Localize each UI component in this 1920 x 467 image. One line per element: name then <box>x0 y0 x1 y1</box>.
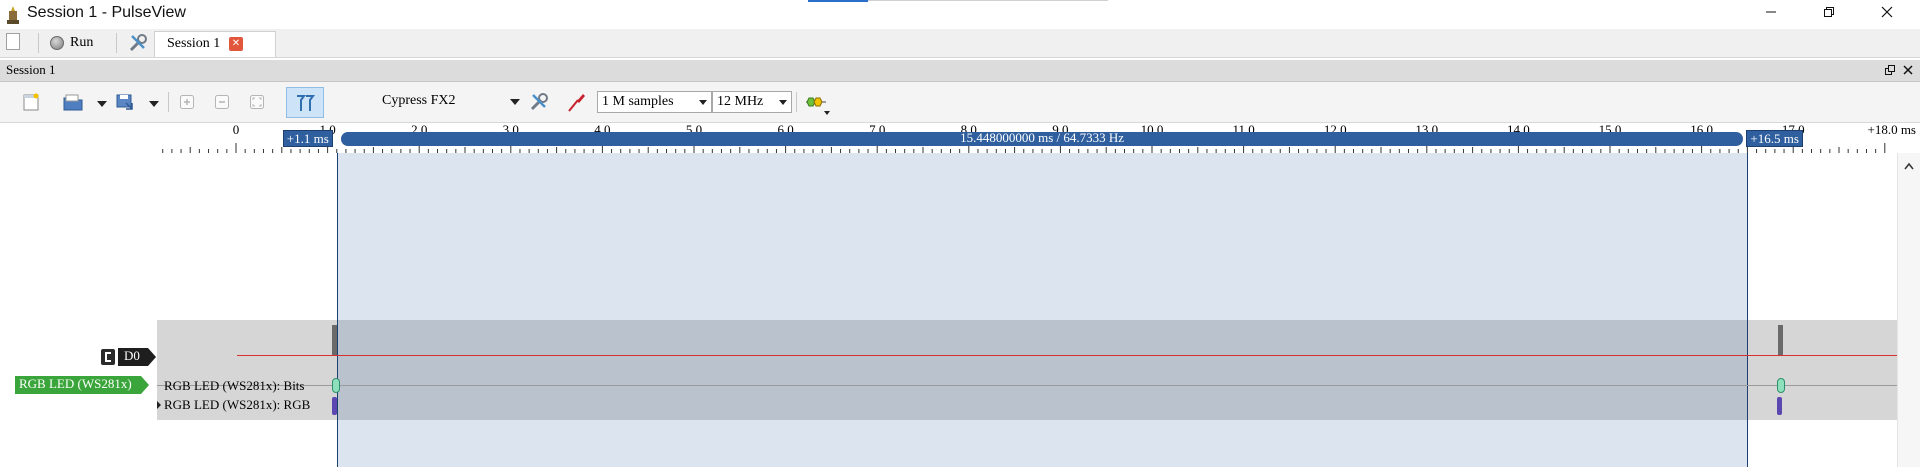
toolbar-separator <box>38 33 39 53</box>
device-dropdown-icon <box>510 99 520 105</box>
ruler-end-label: +18.0 ms <box>1867 122 1916 137</box>
cursor-right-label: +16.5 ms <box>1750 131 1799 146</box>
close-button[interactable] <box>1858 0 1916 29</box>
restore-icon <box>1823 6 1835 23</box>
save-icon[interactable] <box>114 91 136 113</box>
new-view-icon[interactable] <box>20 91 42 113</box>
d0-edge-marker <box>1778 325 1783 355</box>
sample-count-value: 1 M samples <box>602 94 674 109</box>
ruler-tick-label: 0 <box>232 122 240 137</box>
minimize-icon <box>1765 6 1777 23</box>
cursor-right-flag[interactable]: +16.5 ms <box>1746 130 1803 147</box>
open-icon[interactable] <box>62 91 84 113</box>
title-bar: Session 1 - PulseView <box>0 0 1920 29</box>
trace-view[interactable]: RGB LED (WS281x): Bits RGB LED (WS281x):… <box>157 153 1897 467</box>
run-status-icon <box>50 36 64 50</box>
show-cursors-button[interactable] <box>286 87 324 118</box>
cursor-pair-icon <box>295 93 315 118</box>
channel-clock-icon[interactable] <box>101 349 115 365</box>
cursor-left-flag[interactable]: +1.1 ms <box>282 130 333 147</box>
device-select[interactable]: Cypress FX2 <box>330 90 522 114</box>
decoder-rgb-annotation[interactable] <box>332 397 337 415</box>
save-dropdown-icon[interactable] <box>149 101 159 107</box>
scroll-up-icon[interactable] <box>1904 159 1914 175</box>
session-header: Session 1 <box>0 60 1920 82</box>
decoder-row-rgb-label: RGB LED (WS281x): RGB <box>164 397 311 412</box>
decoder-badge-label: RGB LED (WS281x) <box>19 376 132 391</box>
decoder-bit-annotation[interactable] <box>332 378 340 393</box>
probe-icon[interactable] <box>566 91 588 113</box>
sample-count-select[interactable]: 1 M samples <box>597 91 712 113</box>
main-tab-bar: Run Session 1 ✕ <box>0 29 1920 58</box>
vertical-scrollbar[interactable] <box>1897 153 1920 467</box>
add-decoder-icon[interactable] <box>804 91 826 113</box>
restore-button[interactable] <box>1800 0 1858 29</box>
decoder-bit-annotation[interactable] <box>1777 378 1785 393</box>
session-toolbar: Cypress FX2 1 M samples 12 MHz <box>0 82 1920 123</box>
open-dropdown-icon[interactable] <box>97 101 107 107</box>
cursor-right-line[interactable] <box>1747 153 1749 467</box>
cursor-left-label: +1.1 ms <box>286 131 329 146</box>
zoom-fit-icon[interactable] <box>246 91 268 113</box>
sample-rate-value: 12 MHz <box>717 94 764 109</box>
cursor-left-line[interactable] <box>336 153 338 467</box>
close-tab-icon[interactable]: ✕ <box>229 37 243 51</box>
sample-count-dropdown-icon <box>699 100 707 105</box>
run-label: Run <box>70 35 94 50</box>
cursor-span-label: 15.448000000 ms / 64.7333 Hz <box>960 130 1125 145</box>
toolbar-separator <box>168 92 169 112</box>
window-title: Session 1 - PulseView <box>27 4 186 21</box>
d0-signal-line <box>237 355 1897 356</box>
title-accent <box>808 0 868 2</box>
expand-row-icon[interactable] <box>157 401 161 409</box>
close-icon <box>1881 6 1893 23</box>
close-panel-icon[interactable] <box>1902 64 1914 76</box>
float-icon[interactable] <box>1884 64 1896 76</box>
device-label: Cypress FX2 <box>382 93 456 108</box>
time-ruler[interactable]: 01.02.03.04.05.06.07.08.09.010.011.012.0… <box>157 122 1920 153</box>
zoom-out-icon[interactable] <box>211 91 233 113</box>
decoder-rgb-annotation[interactable] <box>1777 397 1782 415</box>
session-title: Session 1 <box>6 62 56 77</box>
new-session-icon[interactable] <box>6 33 20 50</box>
zoom-in-icon[interactable] <box>176 91 198 113</box>
cursor-region <box>336 153 1748 467</box>
channel-d0-label: D0 <box>124 348 140 363</box>
channel-header-panel: D0 RGB LED (WS281x) <box>0 123 157 467</box>
decoder-dropdown-icon[interactable] <box>824 111 830 115</box>
toolbar-separator <box>796 92 797 112</box>
settings-tools-icon[interactable] <box>127 32 149 54</box>
d0-edge-marker <box>332 325 337 355</box>
toolbar-separator <box>116 33 117 53</box>
tab-label: Session 1 <box>167 36 221 51</box>
decoder-bits-baseline <box>157 385 1897 386</box>
pulseview-icon <box>4 5 22 25</box>
sample-rate-dropdown-icon <box>779 100 787 105</box>
decoder-row-bits-label: RGB LED (WS281x): Bits <box>164 378 305 393</box>
device-config-icon[interactable] <box>528 91 550 113</box>
run-button[interactable]: Run <box>50 31 93 55</box>
sample-rate-select[interactable]: 12 MHz <box>712 91 792 113</box>
title-divider <box>868 0 1108 1</box>
minimize-button[interactable] <box>1742 0 1800 29</box>
tab-session-1[interactable]: Session 1 ✕ <box>154 31 276 57</box>
